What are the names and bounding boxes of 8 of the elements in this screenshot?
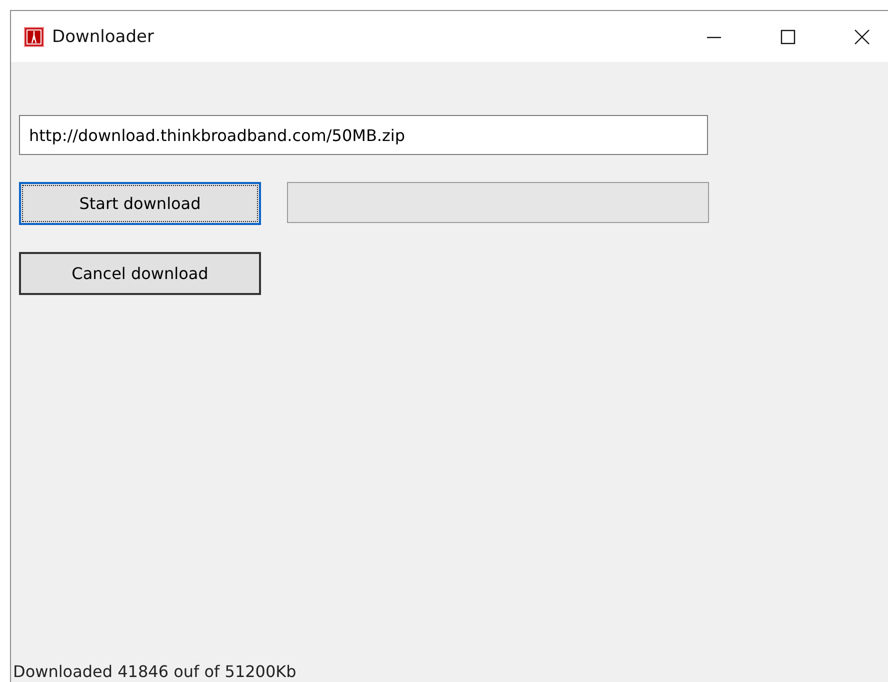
maximize-icon[interactable] xyxy=(780,28,796,44)
start-download-button[interactable]: Start download xyxy=(19,182,261,225)
window-title: Downloader xyxy=(52,26,154,46)
cancel-download-button[interactable]: Cancel download xyxy=(19,252,261,295)
status-text: Downloaded 41846 ouf of 51200Kb xyxy=(13,662,298,681)
close-icon[interactable] xyxy=(854,28,870,44)
app-icon xyxy=(24,26,44,46)
url-field[interactable]: http://download.thinkbroadband.com/50MB.zip xyxy=(19,115,708,155)
